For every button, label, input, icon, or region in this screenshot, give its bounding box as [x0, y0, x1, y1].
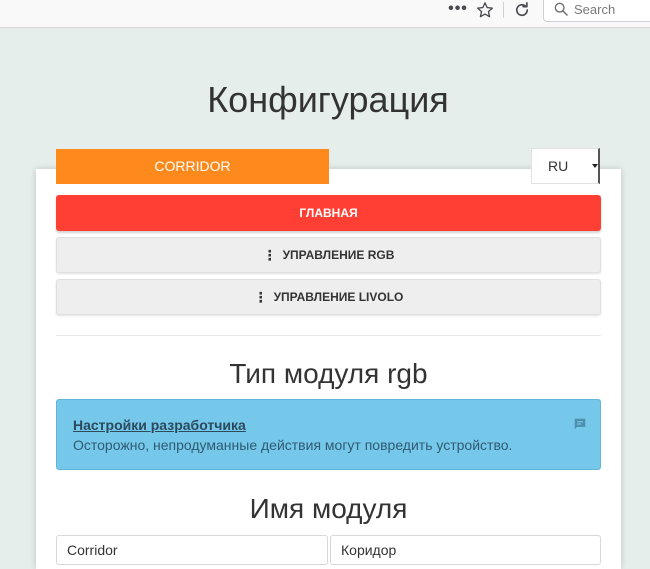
rgb-control-button[interactable]: ⋮ УПРАВЛЕНИЕ RGB — [56, 237, 601, 273]
device-tab-corridor[interactable]: CORRIDOR — [56, 149, 329, 184]
module-name-local-field[interactable] — [330, 535, 601, 565]
developer-settings-alert: Настройки разработчика Осторожно, непрод… — [56, 399, 601, 470]
main-button[interactable]: ГЛАВНАЯ — [56, 195, 601, 231]
main-button-label: ГЛАВНАЯ — [299, 206, 358, 220]
language-select[interactable]: RU — [531, 148, 600, 184]
chevron-down-icon — [592, 164, 598, 168]
reload-icon[interactable] — [511, 0, 533, 20]
toolbar-separator — [503, 2, 504, 18]
kebab-icon: ⋮ — [253, 289, 268, 305]
module-name-title: Имя модуля — [249, 493, 408, 524]
rgb-control-label: УПРАВЛЕНИЕ RGB — [282, 248, 395, 262]
star-icon[interactable] — [474, 0, 496, 20]
chat-icon[interactable] — [573, 417, 587, 436]
developer-settings-link[interactable]: Настройки разработчика — [73, 417, 246, 433]
page-title: Конфигурация — [207, 79, 449, 120]
search-box[interactable] — [543, 0, 650, 22]
livolo-control-label: УПРАВЛЕНИЕ LIVOLO — [273, 290, 404, 304]
meatball-menu-icon[interactable]: ••• — [447, 0, 469, 19]
module-name-field[interactable] — [56, 535, 328, 565]
livolo-control-button[interactable]: ⋮ УПРАВЛЕНИЕ LIVOLO — [56, 279, 601, 315]
divider — [56, 335, 601, 336]
browser-toolbar: ••• — [0, 0, 650, 28]
language-select-value: RU — [548, 158, 569, 174]
alert-warning-text: Осторожно, непродуманные действия могут … — [73, 437, 513, 453]
search-icon — [553, 1, 569, 22]
module-type-title: Тип модуля rgb — [229, 358, 428, 389]
kebab-icon: ⋮ — [262, 247, 277, 263]
search-input[interactable] — [574, 0, 650, 18]
